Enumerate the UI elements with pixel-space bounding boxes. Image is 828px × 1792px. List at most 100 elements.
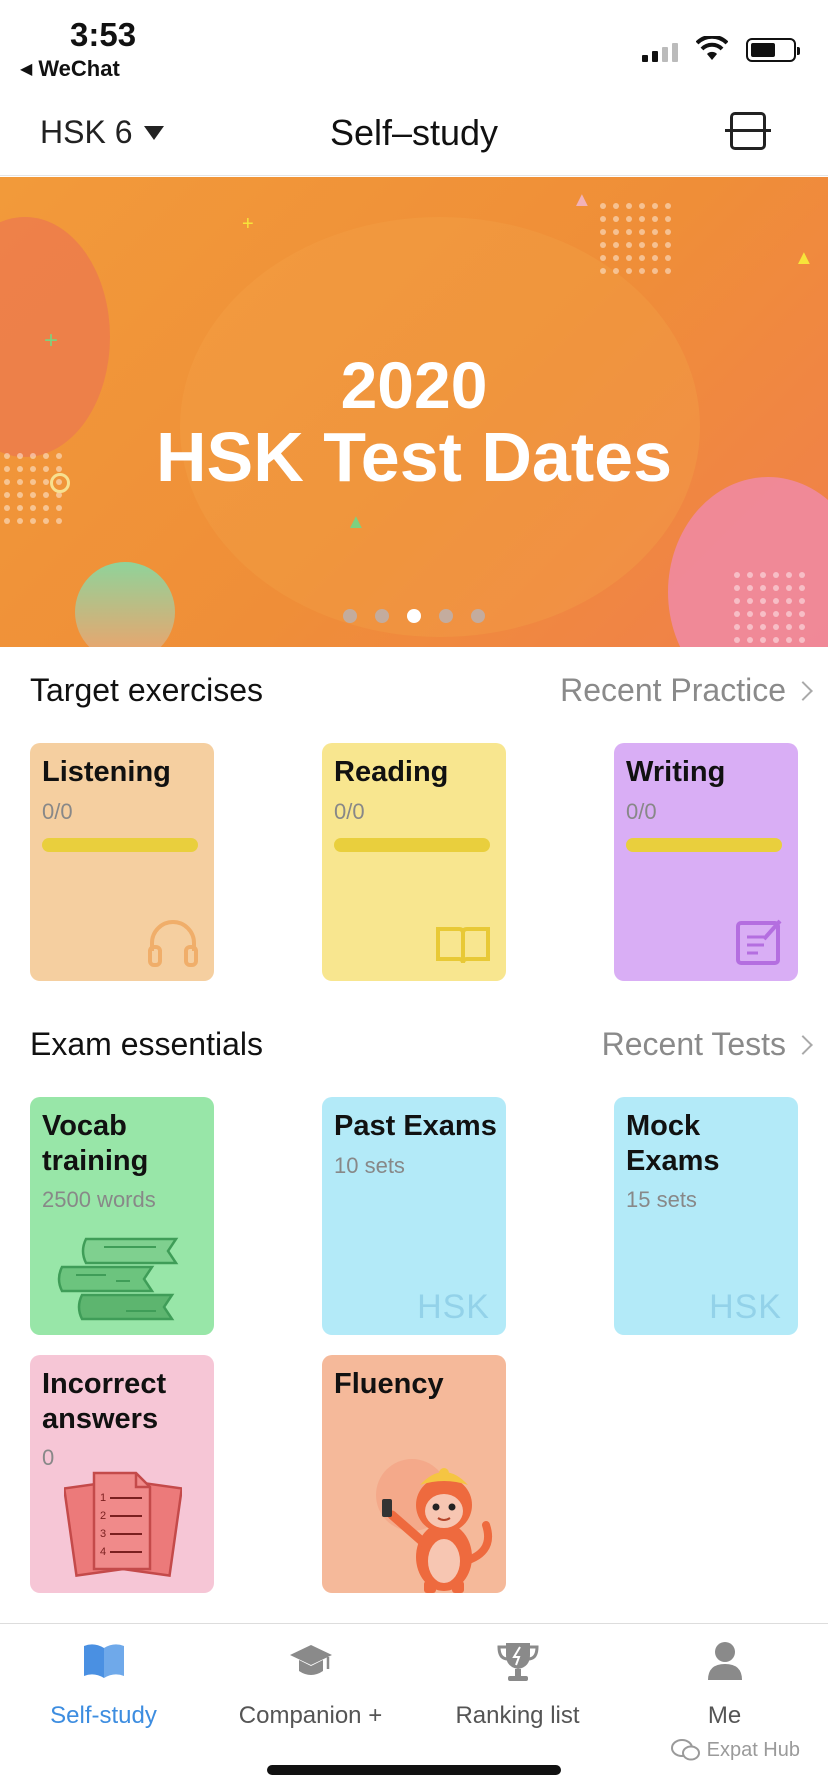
tab-ranking-list[interactable]: Ranking list	[414, 1636, 621, 1730]
decor-dot	[747, 637, 753, 643]
hsk-watermark: HSK	[417, 1288, 490, 1326]
decor-dot	[799, 598, 805, 604]
mock-exams-card[interactable]: Mock Exams 15 sets HSK	[614, 1097, 798, 1335]
decor-dot	[4, 518, 10, 524]
progress-bar	[626, 838, 782, 852]
recent-practice-link[interactable]: Recent Practice	[560, 672, 813, 709]
level-label: HSK 6	[40, 114, 133, 150]
card-title: Past Exams	[334, 1110, 497, 1142]
status-bar: 3:53 ◀ WeChat	[0, 0, 828, 96]
decor-dot	[665, 255, 671, 261]
decor-dot	[43, 518, 49, 524]
card-subtitle: 2500 words	[42, 1187, 156, 1212]
decor-dot	[665, 216, 671, 222]
decor-dot	[786, 585, 792, 591]
decor-dot	[626, 216, 632, 222]
decor-dot	[760, 572, 766, 578]
hsk-watermark: HSK	[709, 1288, 782, 1326]
recent-tests-link[interactable]: Recent Tests	[601, 1026, 813, 1063]
card-title: Vocab training	[42, 1110, 149, 1177]
home-indicator	[267, 1765, 561, 1775]
decor-dot	[4, 505, 10, 511]
pagination-dot[interactable]	[343, 609, 357, 623]
tab-me[interactable]: Me	[621, 1636, 828, 1730]
incorrect-answers-card[interactable]: Incorrect answers 0 1 2 3 4	[30, 1355, 214, 1593]
decor-dot	[773, 624, 779, 630]
past-exams-card[interactable]: Past Exams 10 sets HSK	[322, 1097, 506, 1335]
back-to-wechat[interactable]: ◀ WeChat	[20, 56, 120, 82]
decor-dot	[652, 203, 658, 209]
banner-pagination[interactable]	[0, 609, 828, 623]
decor-dot	[30, 518, 36, 524]
top-navigation: HSK 6 Self–study	[0, 96, 828, 176]
tab-label: Me	[707, 1702, 742, 1729]
writing-card[interactable]: Writing 0/0	[614, 743, 798, 981]
decor-dot	[56, 505, 62, 511]
decor-dot	[734, 572, 740, 578]
decor-dot	[734, 585, 740, 591]
decor-dot	[773, 572, 779, 578]
card-title: Incorrect answers	[42, 1368, 167, 1435]
decor-dot	[773, 637, 779, 643]
scan-icon[interactable]	[725, 112, 771, 150]
decor-dot	[639, 216, 645, 222]
fluency-card[interactable]: Fluency	[322, 1355, 506, 1593]
vocab-training-card[interactable]: Vocab training 2500 words	[30, 1097, 214, 1335]
decor-dot	[665, 268, 671, 274]
level-selector[interactable]: HSK 6	[40, 114, 165, 151]
svg-text:4: 4	[100, 1546, 106, 1558]
graduation-cap-icon	[289, 1645, 332, 1675]
wechat-icon	[670, 1739, 700, 1761]
decor-dot	[773, 598, 779, 604]
pagination-dot[interactable]	[375, 609, 389, 623]
reading-card[interactable]: Reading 0/0	[322, 743, 506, 981]
decor-dot	[626, 268, 632, 274]
decor-dot	[639, 255, 645, 261]
decor-dot	[747, 585, 753, 591]
decor-dot	[613, 216, 619, 222]
book-stack-icon	[57, 1237, 179, 1321]
banner-dot-pattern	[734, 572, 805, 643]
trophy-icon	[496, 1643, 539, 1681]
decor-dot	[799, 637, 805, 643]
decor-dot	[734, 637, 740, 643]
decor-dot	[600, 203, 606, 209]
decor-dot	[747, 572, 753, 578]
card-title: Mock Exams	[626, 1110, 720, 1177]
tab-self-study[interactable]: Self-study	[0, 1636, 207, 1730]
decor-dot	[626, 229, 632, 235]
triangle-sparkle-icon: ▲	[794, 247, 814, 269]
status-time: 3:53	[70, 16, 137, 53]
listening-card[interactable]: Listening 0/0	[30, 743, 214, 981]
decor-dot	[786, 637, 792, 643]
decor-dot	[760, 624, 766, 630]
decor-dot	[600, 229, 606, 235]
answer-sheet-icon: 1 2 3 4	[64, 1471, 182, 1577]
decor-dot	[652, 229, 658, 235]
progress-bar	[42, 838, 198, 852]
decor-dot	[639, 203, 645, 209]
pagination-dot[interactable]	[439, 609, 453, 623]
decor-dot	[734, 624, 740, 630]
recent-tests-label: Recent Tests	[601, 1026, 786, 1062]
pagination-dot[interactable]	[407, 609, 421, 623]
plus-sparkle-icon: +	[242, 213, 254, 235]
book-icon	[83, 1644, 124, 1678]
decor-dot	[786, 572, 792, 578]
decor-dot	[786, 598, 792, 604]
chevron-right-icon	[793, 1034, 813, 1055]
svg-text:3: 3	[100, 1528, 106, 1540]
wechat-watermark: Expat Hub	[670, 1738, 800, 1762]
svg-text:2: 2	[100, 1510, 106, 1522]
decor-dot	[600, 216, 606, 222]
card-progress-text: 0/0	[42, 799, 73, 824]
card-subtitle: 0	[42, 1445, 55, 1470]
decor-dot	[760, 585, 766, 591]
decor-dot	[43, 505, 49, 511]
tab-companion[interactable]: Companion +	[207, 1636, 414, 1730]
decor-dot	[665, 242, 671, 248]
pagination-dot[interactable]	[471, 609, 485, 623]
card-subtitle: 10 sets	[334, 1153, 405, 1178]
promo-banner[interactable]: + + ▲ ▲ ▲ 2020 HSK Test Dates	[0, 177, 828, 647]
triangle-sparkle-icon: ▲	[346, 511, 366, 533]
